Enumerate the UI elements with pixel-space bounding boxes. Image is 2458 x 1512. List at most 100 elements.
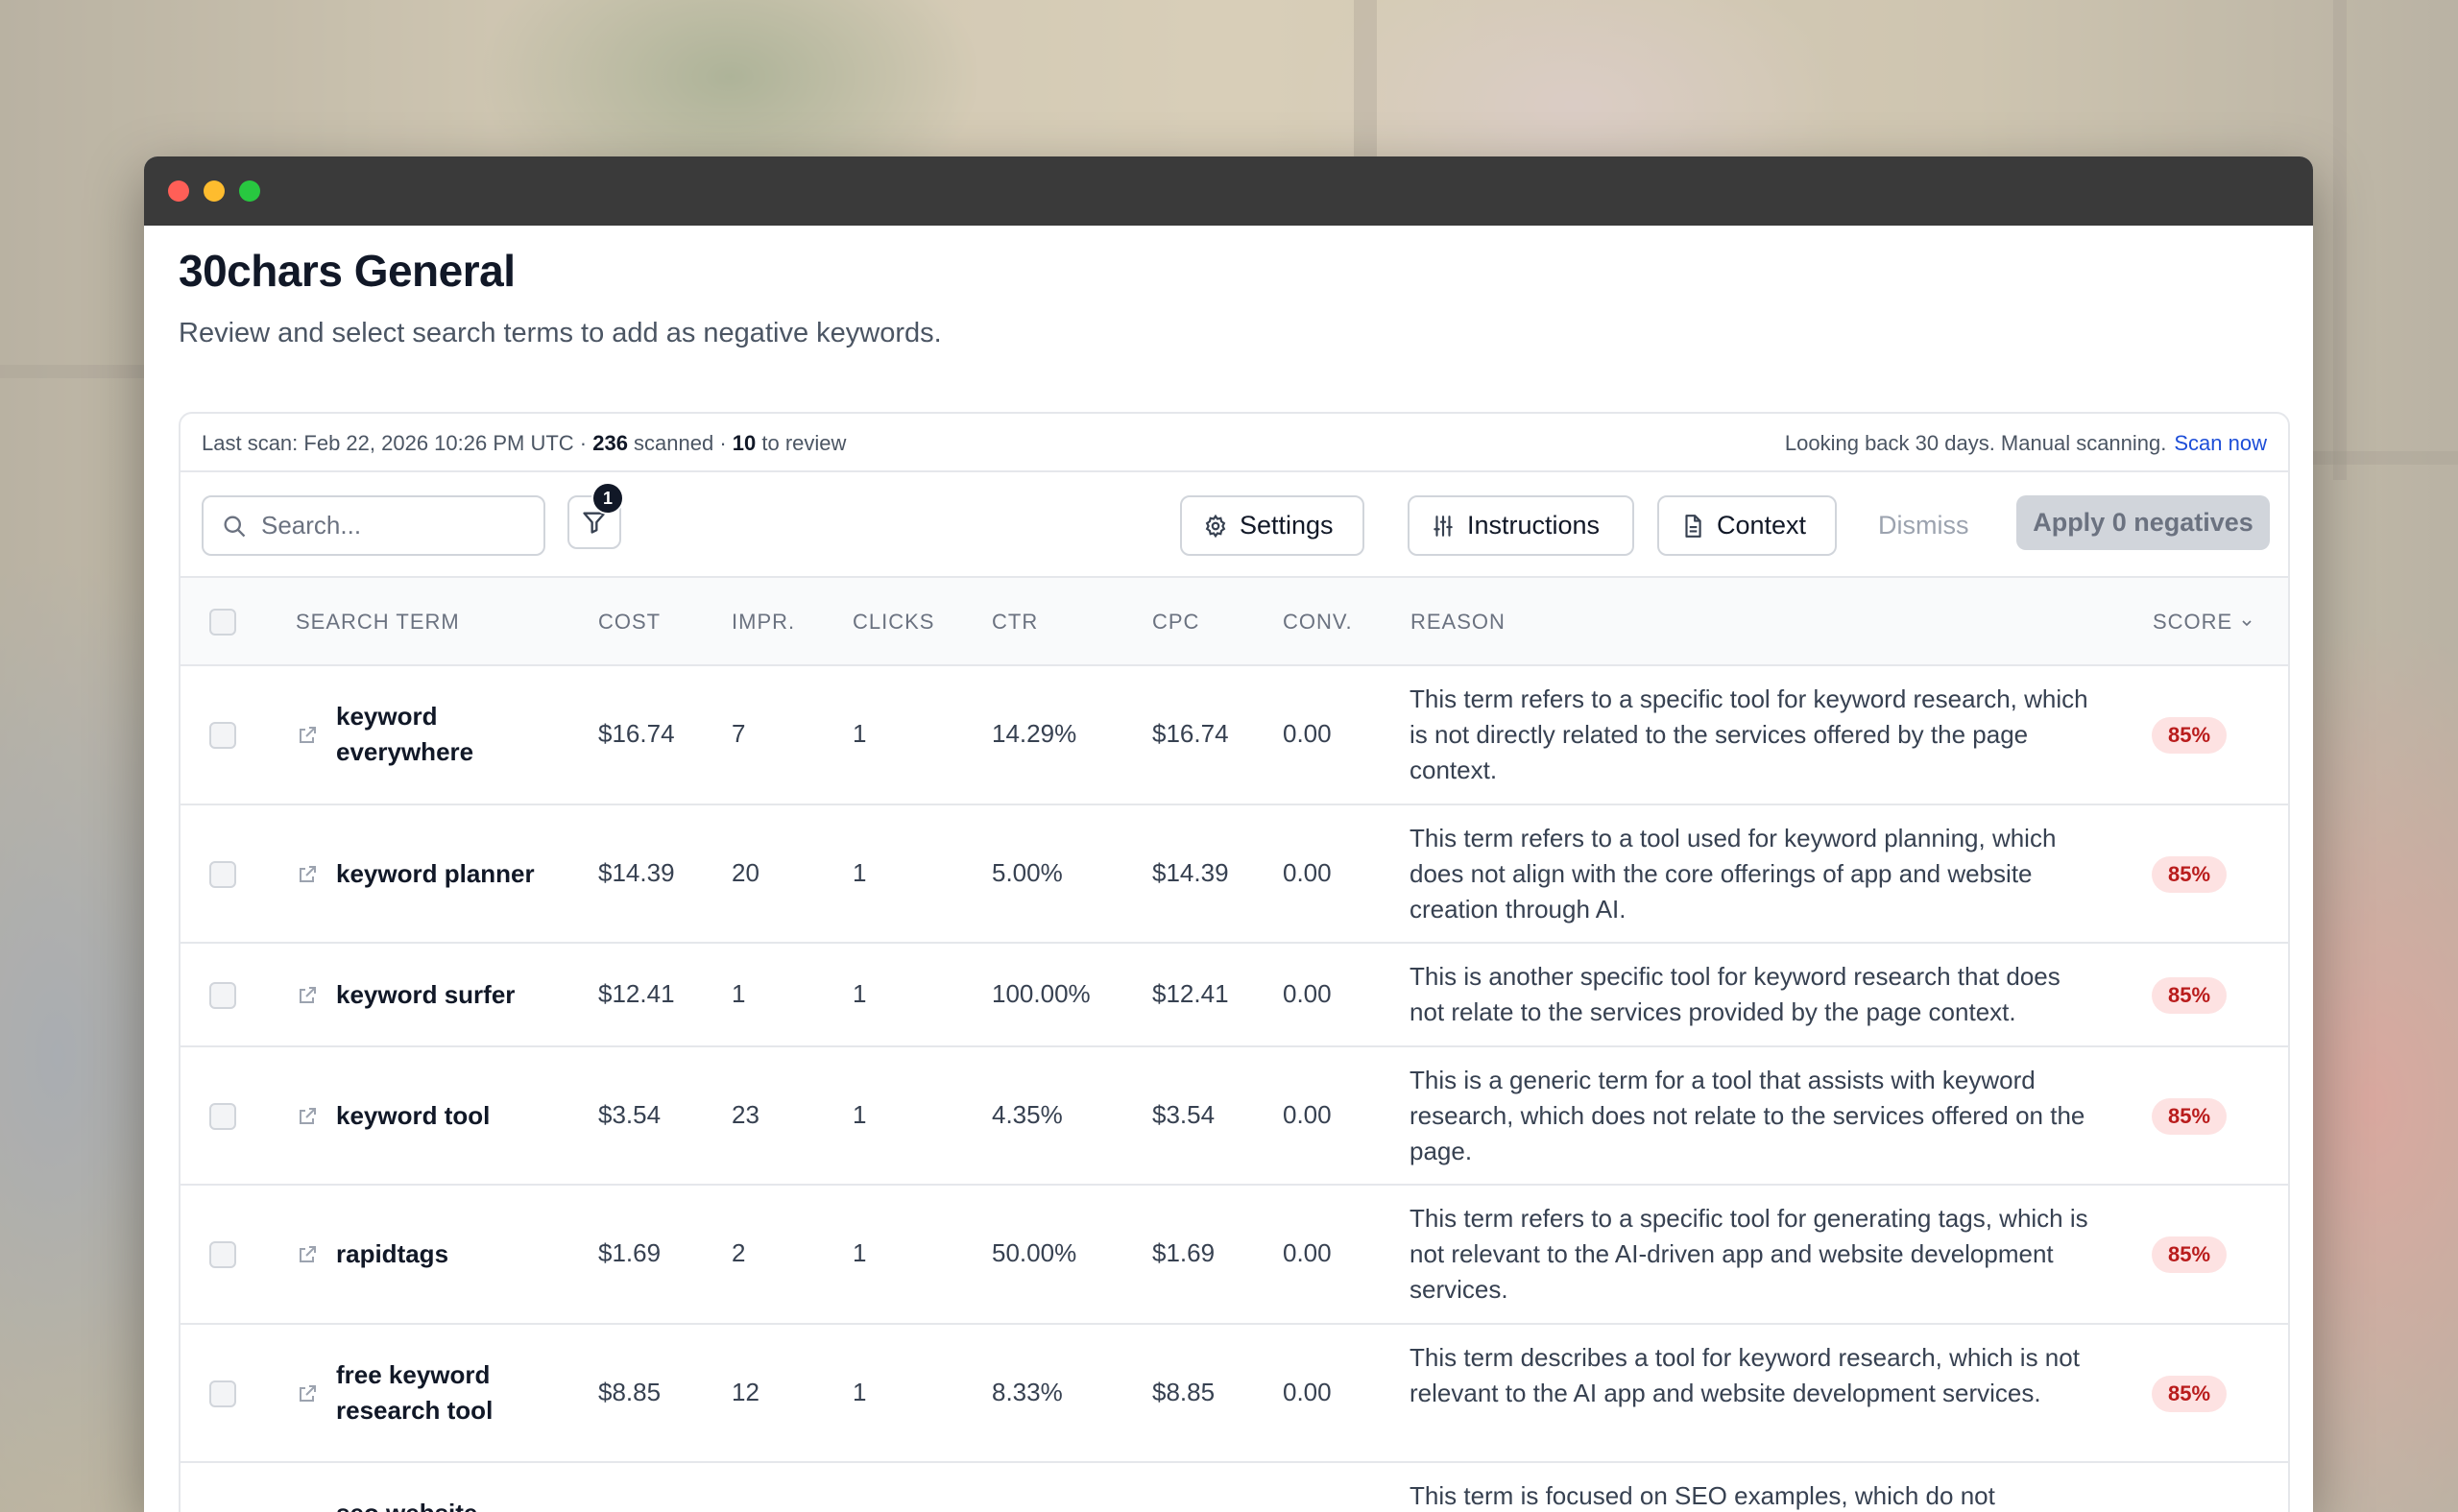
score-badge: 85% xyxy=(2152,717,2227,754)
table-body: keyword everywhere $16.74 7 1 14.29% $16… xyxy=(181,666,2288,1512)
score-badge: 85% xyxy=(2152,1376,2227,1412)
conversions-value: 0.00 xyxy=(1283,1378,1332,1406)
conversions-value: 0.00 xyxy=(1283,858,1332,887)
scan-settings-summary: Looking back 30 days. Manual scanning. Sc… xyxy=(1785,431,2267,456)
cpc-value: $14.39 xyxy=(1152,858,1229,887)
search-term: keyword surfer xyxy=(336,980,516,1009)
gear-icon xyxy=(1205,514,1226,538)
clicks-value: 1 xyxy=(853,1100,867,1129)
score-badge: 85% xyxy=(2152,1098,2227,1135)
impressions-value: 7 xyxy=(732,719,746,748)
row-checkbox[interactable] xyxy=(209,1241,236,1268)
context-label: Context xyxy=(1717,511,1807,540)
instructions-button[interactable]: Instructions xyxy=(1408,495,1634,556)
header-clicks[interactable]: CLICKS xyxy=(853,610,934,635)
row-checkbox[interactable] xyxy=(209,982,236,1009)
search-term: rapidtags xyxy=(336,1239,449,1268)
sliders-icon xyxy=(1434,515,1453,537)
reason-text: This term is focused on SEO examples, wh… xyxy=(1410,1481,1995,1510)
cpc-value: $8.85 xyxy=(1152,1378,1216,1406)
clicks-value: 1 xyxy=(853,1238,867,1267)
row-checkbox[interactable] xyxy=(209,861,236,888)
table-header: SEARCH TERM COST IMPR. CLICKS CTR CPC CO… xyxy=(181,578,2288,666)
scanned-label: scanned · xyxy=(627,431,733,455)
settings-label: Settings xyxy=(1240,511,1334,540)
select-all-checkbox[interactable] xyxy=(209,609,236,636)
search-term: keyword everywhere xyxy=(336,702,474,766)
table-row[interactable]: keyword surfer $12.41 1 1 100.00% $12.41… xyxy=(181,944,2288,1047)
maximize-window-button[interactable] xyxy=(239,180,260,202)
review-label: to review xyxy=(756,431,847,455)
dismiss-button[interactable]: Dismiss xyxy=(1878,495,1969,556)
header-cost[interactable]: COST xyxy=(598,610,661,635)
header-search-term[interactable]: SEARCH TERM xyxy=(296,610,460,635)
reason-text: This term refers to a specific tool for … xyxy=(1410,1204,2088,1304)
external-link-icon[interactable] xyxy=(296,1105,319,1128)
search-term: keyword planner xyxy=(336,859,535,888)
scan-status-bar: Last scan: Feb 22, 2026 10:26 PM UTC · 2… xyxy=(181,414,2288,472)
search-box[interactable] xyxy=(202,495,545,556)
score-header-label: SCORE xyxy=(2153,610,2233,634)
search-term: seo website xyxy=(336,1496,528,1512)
document-icon xyxy=(1685,514,1701,538)
header-impressions[interactable]: IMPR. xyxy=(732,610,795,635)
search-term: free keyword research tool xyxy=(336,1360,494,1425)
table-row[interactable]: keyword everywhere $16.74 7 1 14.29% $16… xyxy=(181,666,2288,805)
impressions-value: 20 xyxy=(732,858,759,887)
impressions-value: 12 xyxy=(732,1378,759,1406)
cpc-value: $3.54 xyxy=(1152,1100,1216,1129)
ctr-value: 8.33% xyxy=(992,1378,1063,1406)
chevron-down-icon xyxy=(2242,620,2252,627)
conversions-value: 0.00 xyxy=(1283,719,1332,748)
last-scan-text: Last scan: Feb 22, 2026 10:26 PM UTC · xyxy=(202,431,593,455)
external-link-icon[interactable] xyxy=(296,1243,319,1266)
score-badge: 85% xyxy=(2152,1236,2227,1273)
conversions-value: 0.00 xyxy=(1283,979,1332,1008)
row-checkbox[interactable] xyxy=(209,1103,236,1130)
row-checkbox[interactable] xyxy=(209,722,236,749)
external-link-icon[interactable] xyxy=(296,984,319,1007)
table-row[interactable]: seo website This term is focused on SEO … xyxy=(181,1463,2288,1512)
ctr-value: 50.00% xyxy=(992,1238,1077,1267)
close-window-button[interactable] xyxy=(168,180,189,202)
apply-negatives-button[interactable]: Apply 0 negatives xyxy=(2016,495,2270,550)
external-link-icon[interactable] xyxy=(296,1382,319,1405)
review-count: 10 xyxy=(732,431,757,455)
impressions-value: 23 xyxy=(732,1100,759,1129)
filter-count-badge: 1 xyxy=(591,482,624,515)
settings-button[interactable]: Settings xyxy=(1180,495,1364,556)
cost-value: $1.69 xyxy=(598,1238,662,1267)
external-link-icon[interactable] xyxy=(296,724,319,747)
header-cpc[interactable]: CPC xyxy=(1152,610,1199,635)
app-window: 30chars General Review and select search… xyxy=(144,156,2313,1512)
instructions-label: Instructions xyxy=(1467,511,1601,540)
header-conversions[interactable]: CONV. xyxy=(1283,610,1353,635)
table-row[interactable]: keyword tool $3.54 23 1 4.35% $3.54 0.00… xyxy=(181,1047,2288,1186)
window-titlebar xyxy=(144,156,2313,226)
scan-now-link[interactable]: Scan now xyxy=(2174,431,2267,455)
cpc-value: $1.69 xyxy=(1152,1238,1216,1267)
ctr-value: 4.35% xyxy=(992,1100,1063,1129)
header-ctr[interactable]: CTR xyxy=(992,610,1038,635)
header-reason: REASON xyxy=(1410,610,1506,634)
lookback-text: Looking back 30 days. Manual scanning. xyxy=(1784,431,2167,455)
ctr-value: 100.00% xyxy=(992,979,1091,1008)
external-link-icon[interactable] xyxy=(296,863,319,886)
table-row[interactable]: keyword planner $14.39 20 1 5.00% $14.39… xyxy=(181,805,2288,944)
page-subtitle: Review and select search terms to add as… xyxy=(179,318,942,348)
table-row[interactable]: free keyword research tool $8.85 12 1 8.… xyxy=(181,1325,2288,1463)
context-button[interactable]: Context xyxy=(1657,495,1837,556)
search-input[interactable] xyxy=(261,511,530,540)
filter-button[interactable]: 1 xyxy=(567,482,624,549)
minimize-window-button[interactable] xyxy=(204,180,225,202)
page-title: 30chars General xyxy=(179,246,516,296)
table-row[interactable]: rapidtags $1.69 2 1 50.00% $1.69 0.00 Th… xyxy=(181,1186,2288,1325)
cost-value: $14.39 xyxy=(598,858,675,887)
clicks-value: 1 xyxy=(853,858,867,887)
search-terms-card: Last scan: Feb 22, 2026 10:26 PM UTC · 2… xyxy=(179,412,2290,1512)
score-badge: 85% xyxy=(2152,856,2227,893)
ctr-value: 14.29% xyxy=(992,719,1077,748)
header-score[interactable]: SCORE xyxy=(2153,610,2254,635)
row-checkbox[interactable] xyxy=(209,1380,236,1407)
scanned-count: 236 xyxy=(592,431,628,455)
